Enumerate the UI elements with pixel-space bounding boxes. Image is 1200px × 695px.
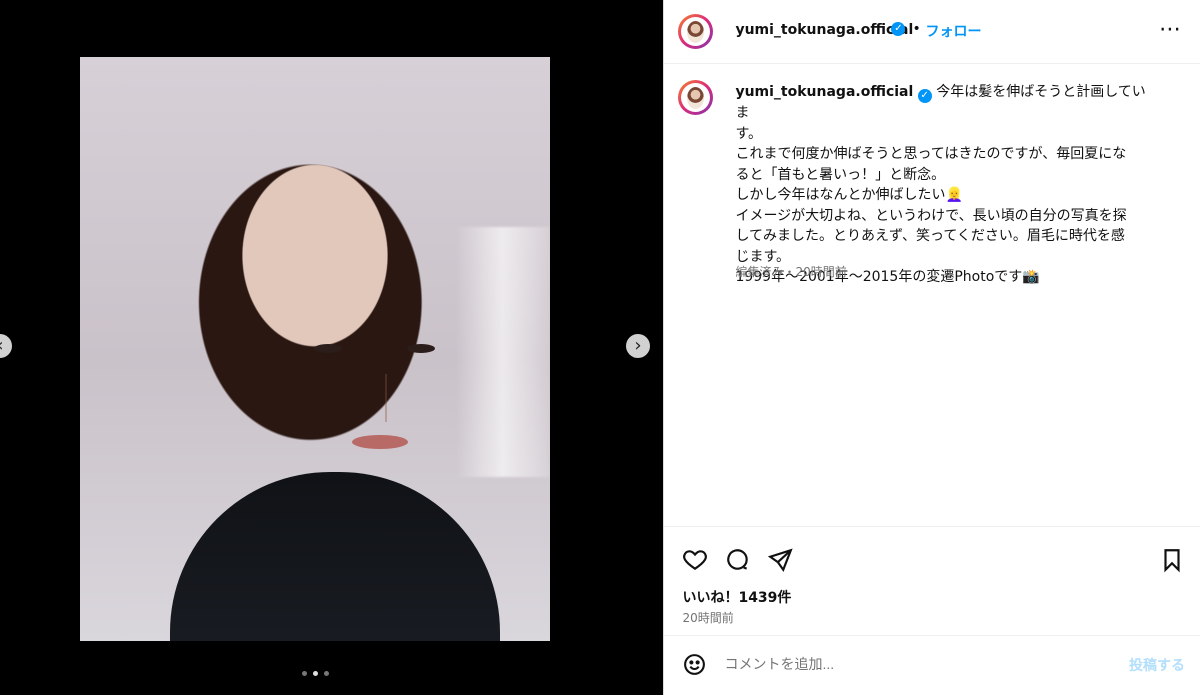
post-comment-button[interactable]: 投稿する xyxy=(1129,655,1185,675)
mouth xyxy=(352,435,408,449)
bookmark-icon[interactable] xyxy=(1159,547,1185,573)
caption-text: yumi_tokunaga.official ✓ 今年は髪を伸ばそうと計画してい… xyxy=(735,82,1158,288)
instagram-post-view: ‹ › yumi_tokunaga.official ✓ • フォロー ⋯ xyxy=(0,0,1200,695)
post-time: 20時間前 xyxy=(682,611,734,625)
like-count[interactable]: いいね！1439件 xyxy=(682,587,791,607)
profile-username[interactable]: yumi_tokunaga.official xyxy=(735,22,913,38)
previous-image-button[interactable]: ‹ xyxy=(0,334,12,358)
media-viewer: ‹ › xyxy=(0,0,664,695)
carousel-dot xyxy=(324,671,329,676)
more-icon[interactable]: ⋯ xyxy=(1159,17,1182,42)
post-photo xyxy=(80,57,550,641)
carousel-dot-active xyxy=(313,671,318,676)
carousel-indicator xyxy=(302,671,329,676)
left-eye xyxy=(314,344,342,353)
caption-username[interactable]: yumi_tokunaga.official xyxy=(735,84,913,100)
nose xyxy=(377,374,387,422)
comment-input[interactable] xyxy=(722,655,1087,673)
follow-button[interactable]: フォロー xyxy=(925,21,981,41)
caption-body: 今年は髪を伸ばそうと計画していま す。 これまで何度か伸ばそうと思ってはきたので… xyxy=(735,84,1146,285)
next-image-button[interactable]: › xyxy=(626,334,650,358)
post-actions xyxy=(664,526,1200,587)
caption-meta: 編集済み・20時間前 xyxy=(735,265,847,279)
carousel-dot xyxy=(302,671,307,676)
portrait-face xyxy=(302,272,452,449)
post-sidebar: yumi_tokunaga.official ✓ • フォロー ⋯ yumi_t… xyxy=(663,0,1200,695)
caption-avatar[interactable] xyxy=(678,80,714,115)
comment-icon[interactable] xyxy=(725,547,751,573)
right-eye xyxy=(407,344,435,353)
comment-bar: 投稿する xyxy=(664,635,1200,695)
post-header: yumi_tokunaga.official ✓ • フォロー ⋯ xyxy=(664,0,1200,64)
verified-icon: ✓ xyxy=(917,89,932,103)
emoji-icon[interactable] xyxy=(682,652,707,677)
share-icon[interactable] xyxy=(767,547,794,573)
profile-avatar[interactable] xyxy=(678,14,714,49)
heart-icon[interactable] xyxy=(682,547,708,573)
separator-dot: • xyxy=(912,21,921,37)
